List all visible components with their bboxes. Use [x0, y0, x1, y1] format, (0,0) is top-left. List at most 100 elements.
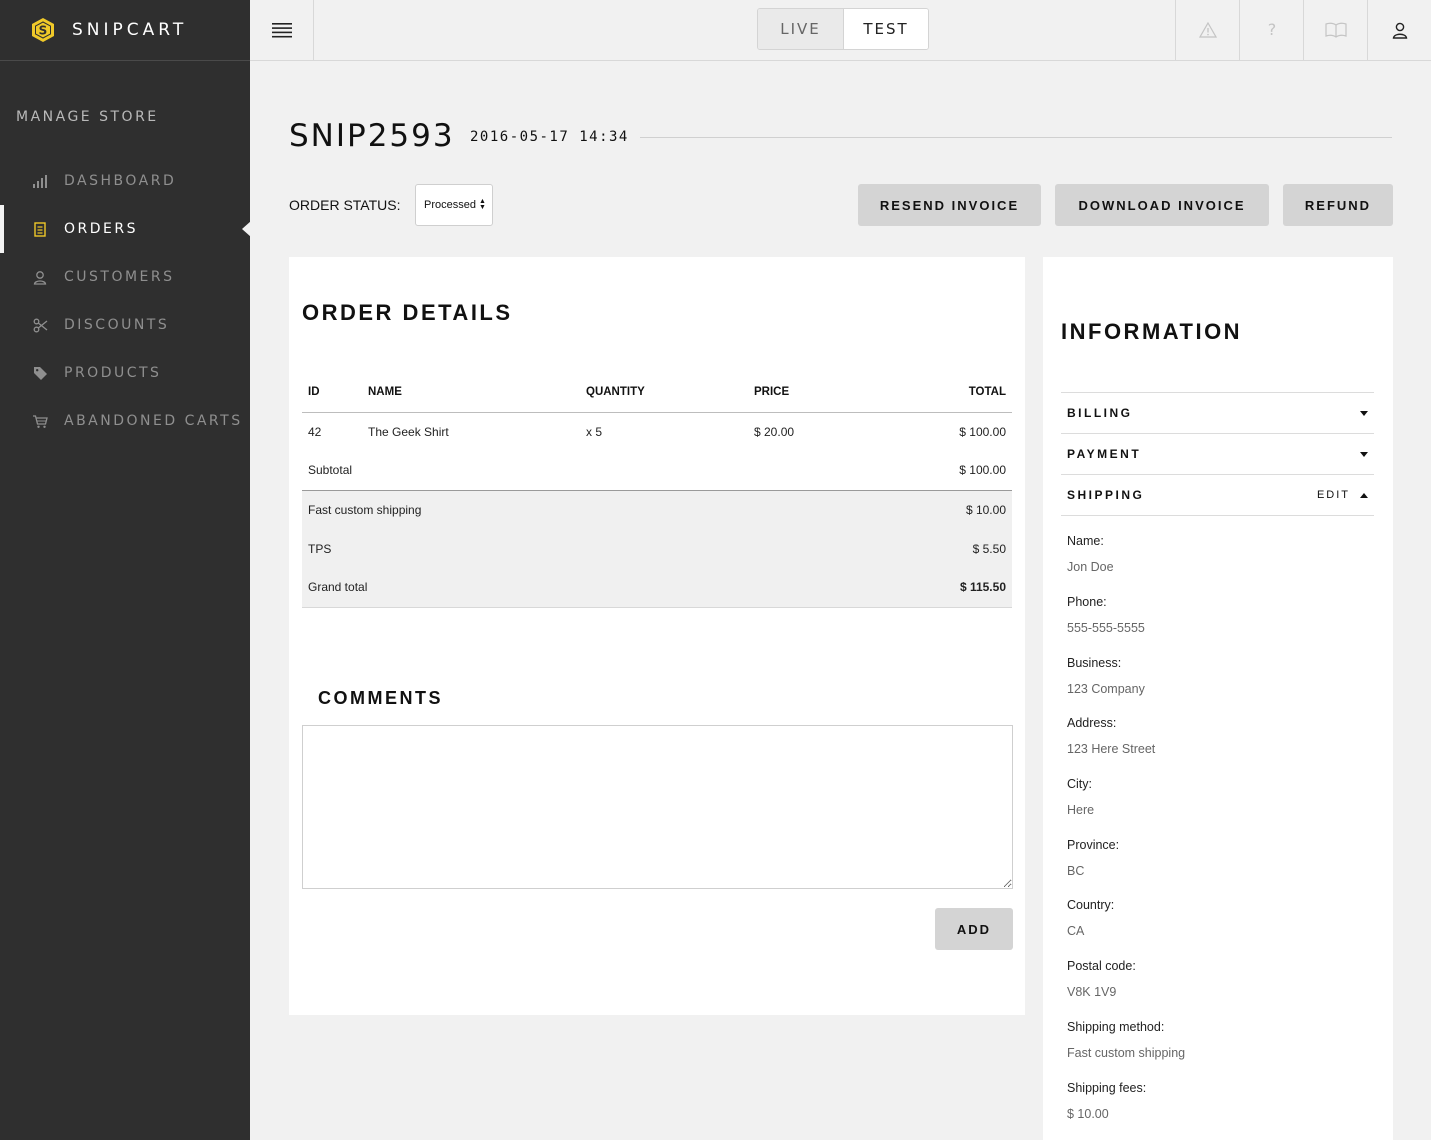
field-label: Country:: [1067, 898, 1115, 912]
item-price: $ 20.00: [754, 424, 795, 439]
sidebar-item-discounts[interactable]: DISCOUNTS: [0, 301, 250, 349]
order-details-panel: ORDER DETAILS ID NAME QUANTITY PRICE TOT…: [289, 257, 1025, 1015]
shipping-city-field: City: Here: [1067, 777, 1094, 817]
sidebar-item-label: ABANDONED CARTS: [64, 413, 243, 429]
shipping-fees-field: Shipping fees: $ 10.00: [1067, 1081, 1146, 1121]
warning-icon: [1198, 22, 1217, 38]
accordion-label: BILLING: [1067, 406, 1133, 420]
sidebar-item-label: PRODUCTS: [64, 365, 162, 381]
shipping-postal-code-field: Postal code: V8K 1V9: [1067, 959, 1136, 999]
menu-toggle-button[interactable]: [250, 0, 314, 60]
comments-textarea[interactable]: [302, 725, 1013, 889]
topbar-icons: ?: [1175, 0, 1431, 60]
select-arrows-icon: ▲ ▼: [478, 198, 486, 211]
field-value: Here: [1067, 803, 1095, 817]
mode-toggle: LIVE TEST: [757, 8, 929, 50]
scissors-icon: [32, 317, 48, 333]
download-invoice-button[interactable]: DOWNLOAD INVOICE: [1055, 184, 1269, 226]
docs-button[interactable]: [1303, 0, 1367, 60]
shipping-address-field: Address: 123 Here Street: [1067, 716, 1155, 756]
item-total: $ 100.00: [959, 424, 1006, 439]
field-value: BC: [1067, 864, 1085, 878]
subtotal-row: Subtotal $ 100.00: [302, 451, 1012, 491]
field-label: Province:: [1067, 838, 1120, 852]
payment-accordion[interactable]: PAYMENT: [1061, 433, 1374, 474]
field-label: Business:: [1067, 656, 1122, 670]
sidebar-item-abandoned-carts[interactable]: ABANDONED CARTS: [0, 397, 250, 445]
caret-down-icon: [1360, 451, 1368, 457]
table-row: 42 The Geek Shirt x 5 $ 20.00 $ 100.00: [302, 412, 1012, 451]
sidebar-item-dashboard[interactable]: DASHBOARD: [0, 157, 250, 205]
hamburger-icon: [271, 23, 292, 38]
field-label: Name:: [1067, 534, 1104, 548]
help-button[interactable]: ?: [1239, 0, 1303, 60]
field-label: Shipping fees:: [1067, 1081, 1147, 1095]
information-panel: INFORMATION BILLING PAYMENT SHIPPING EDI…: [1043, 257, 1393, 1140]
cart-icon: [32, 413, 48, 429]
shipping-accordion[interactable]: SHIPPING EDIT: [1061, 474, 1374, 515]
item-quantity: x 5: [586, 424, 603, 439]
order-status-value: Processed: [424, 199, 476, 211]
sidebar-item-label: CUSTOMERS: [64, 269, 175, 285]
billing-accordion[interactable]: BILLING: [1061, 392, 1374, 433]
field-value: 123 Company: [1067, 682, 1145, 696]
snipcart-logo-icon: S: [32, 18, 54, 42]
shipping-province-field: Province: BC: [1067, 838, 1119, 878]
tag-icon: [32, 365, 48, 381]
sidebar-item-customers[interactable]: CUSTOMERS: [0, 253, 250, 301]
order-id-title: SNIP2593: [289, 118, 455, 154]
field-label: Phone:: [1067, 595, 1107, 609]
refund-button[interactable]: REFUND: [1283, 184, 1393, 226]
information-title: INFORMATION: [1061, 319, 1243, 344]
field-label: Shipping method:: [1067, 1020, 1165, 1034]
order-status-select[interactable]: Processed ▲ ▼: [415, 184, 493, 226]
sidebar-item-orders[interactable]: ORDERS: [0, 205, 251, 253]
mode-test-button[interactable]: TEST: [843, 9, 928, 49]
book-icon: [1324, 22, 1347, 38]
grand-total-label: Grand total: [302, 568, 878, 608]
header-divider: [640, 137, 1392, 138]
tax-value: $ 5.50: [878, 529, 1012, 568]
shipping-value: $ 10.00: [878, 490, 1012, 529]
sidebar-item-products[interactable]: PRODUCTS: [0, 349, 250, 397]
topbar: LIVE TEST ?: [250, 0, 1431, 61]
edit-shipping-button[interactable]: EDIT: [1317, 489, 1350, 501]
receipt-icon: [32, 221, 48, 237]
column-header-price: PRICE: [748, 373, 878, 413]
order-details-title: ORDER DETAILS: [302, 300, 513, 325]
shipping-phone-field: Phone: 555-555-5555: [1067, 595, 1145, 635]
item-name: The Geek Shirt: [368, 424, 449, 439]
sidebar-item-label: DASHBOARD: [64, 173, 177, 189]
grand-total-row: Grand total $ 115.50: [302, 568, 1012, 608]
field-value: $ 10.00: [1067, 1107, 1109, 1121]
svg-text:?: ?: [1267, 22, 1276, 38]
field-value: 123 Here Street: [1067, 742, 1156, 756]
bar-chart-icon: [32, 173, 48, 189]
field-label: City:: [1067, 777, 1092, 791]
sidebar-nav: DASHBOARD ORDERS CUSTOMERS DISCOUNTS PRO…: [0, 157, 251, 445]
item-id: 42: [308, 424, 322, 439]
field-value: CA: [1067, 924, 1085, 938]
tax-row: TPS $ 5.50: [302, 529, 1012, 568]
grand-total-value: $ 115.50: [878, 568, 1012, 608]
warning-button[interactable]: [1175, 0, 1239, 60]
account-button[interactable]: [1367, 0, 1431, 60]
column-header-name: NAME: [362, 373, 580, 413]
tax-label: TPS: [302, 529, 878, 568]
shipping-label: Fast custom shipping: [302, 490, 878, 529]
caret-up-icon: [1360, 492, 1368, 498]
add-comment-button[interactable]: ADD: [935, 908, 1013, 950]
column-header-quantity: QUANTITY: [580, 373, 748, 413]
column-header-id: ID: [302, 373, 362, 413]
logo[interactable]: S SNIPCART: [0, 0, 250, 61]
shipping-row: Fast custom shipping $ 10.00: [302, 490, 1012, 529]
order-items-table: ID NAME QUANTITY PRICE TOTAL 42 The Geek…: [302, 373, 1012, 608]
help-icon: ?: [1267, 22, 1276, 38]
mode-live-button[interactable]: LIVE: [758, 9, 843, 49]
subtotal-label: Subtotal: [302, 451, 878, 491]
svg-text:S: S: [39, 24, 48, 38]
resend-invoice-button[interactable]: RESEND INVOICE: [858, 184, 1041, 226]
sidebar-section-title: MANAGE STORE: [16, 109, 159, 125]
field-value: Jon Doe: [1067, 560, 1114, 574]
accordion-label: PAYMENT: [1067, 447, 1142, 461]
